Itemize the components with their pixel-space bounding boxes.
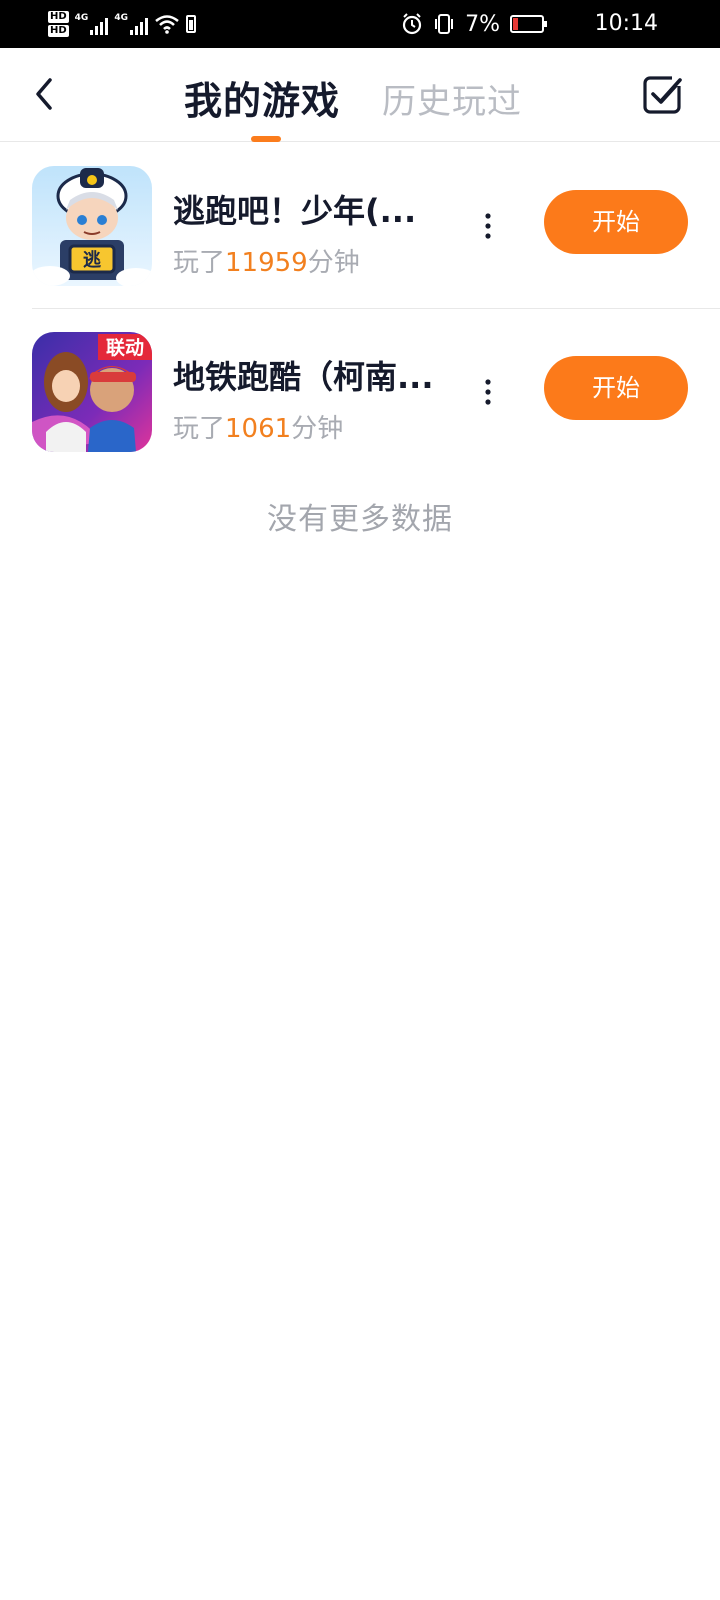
checkbox-edit-icon <box>643 76 684 114</box>
status-bar: HD HD 4G 4G 7% 10:14 <box>0 0 720 48</box>
tab-history-played[interactable]: 历史玩过 <box>382 74 522 123</box>
status-left: HD HD 4G 4G <box>48 6 196 42</box>
play-time-prefix: 玩了 <box>173 414 226 444</box>
play-time-minutes: 1061 <box>225 414 292 444</box>
no-more-data-text: 没有更多数据 <box>267 502 453 537</box>
more-vertical-icon <box>485 213 491 239</box>
play-time: 玩了1061分钟 <box>173 408 343 445</box>
alarm-icon <box>402 13 422 35</box>
network-type-1: 4G <box>74 13 89 23</box>
status-time: 10:14 <box>594 11 658 36</box>
hd-badge-2: HD <box>48 25 69 37</box>
more-options-button[interactable] <box>476 208 500 244</box>
wifi-icon <box>155 15 179 34</box>
more-options-button[interactable] <box>476 374 500 410</box>
play-time-suffix: 分钟 <box>307 248 360 278</box>
chevron-left-icon <box>36 78 52 110</box>
game-icon-text: 逃 <box>83 249 101 271</box>
game-icon-escape[interactable]: 逃 <box>32 166 152 286</box>
tab-my-games[interactable]: 我的游戏 <box>184 70 340 125</box>
network-type-2: 4G <box>114 13 128 23</box>
game-title[interactable]: 地铁跑酷（柯南... <box>173 352 453 398</box>
game-icon-badge-text: 联动 <box>106 337 144 359</box>
game-title[interactable]: 逃跑吧！少年(... <box>173 186 453 232</box>
battery-saver-icon <box>185 15 196 33</box>
hd-stack: HD HD <box>48 11 69 37</box>
edit-button[interactable] <box>642 74 684 116</box>
play-time-minutes: 11959 <box>225 248 308 278</box>
play-time-suffix: 分钟 <box>291 414 344 444</box>
battery-icon <box>510 15 547 33</box>
battery-percent: 7% <box>465 11 500 37</box>
vibrate-icon <box>435 14 454 34</box>
status-right: 7% <box>401 0 547 48</box>
list-item: 联动 地铁跑酷（柯南... 玩了1061分钟 开始 <box>0 308 720 474</box>
top-nav: 我的游戏 历史玩过 <box>0 48 720 142</box>
play-time-prefix: 玩了 <box>173 248 226 278</box>
back-button[interactable] <box>26 72 66 116</box>
hd-badge-1: HD <box>48 11 69 23</box>
signal-icon-2: 4G <box>114 13 148 35</box>
start-button[interactable]: 开始 <box>544 190 688 254</box>
play-time: 玩了11959分钟 <box>173 242 360 279</box>
start-button[interactable]: 开始 <box>544 356 688 420</box>
more-vertical-icon <box>485 379 491 405</box>
game-icon-subway[interactable]: 联动 <box>32 332 152 452</box>
signal-icon: 4G <box>75 13 109 35</box>
list-item: 逃 逃跑吧！少年(... 玩了11959分钟 开始 <box>0 142 720 308</box>
